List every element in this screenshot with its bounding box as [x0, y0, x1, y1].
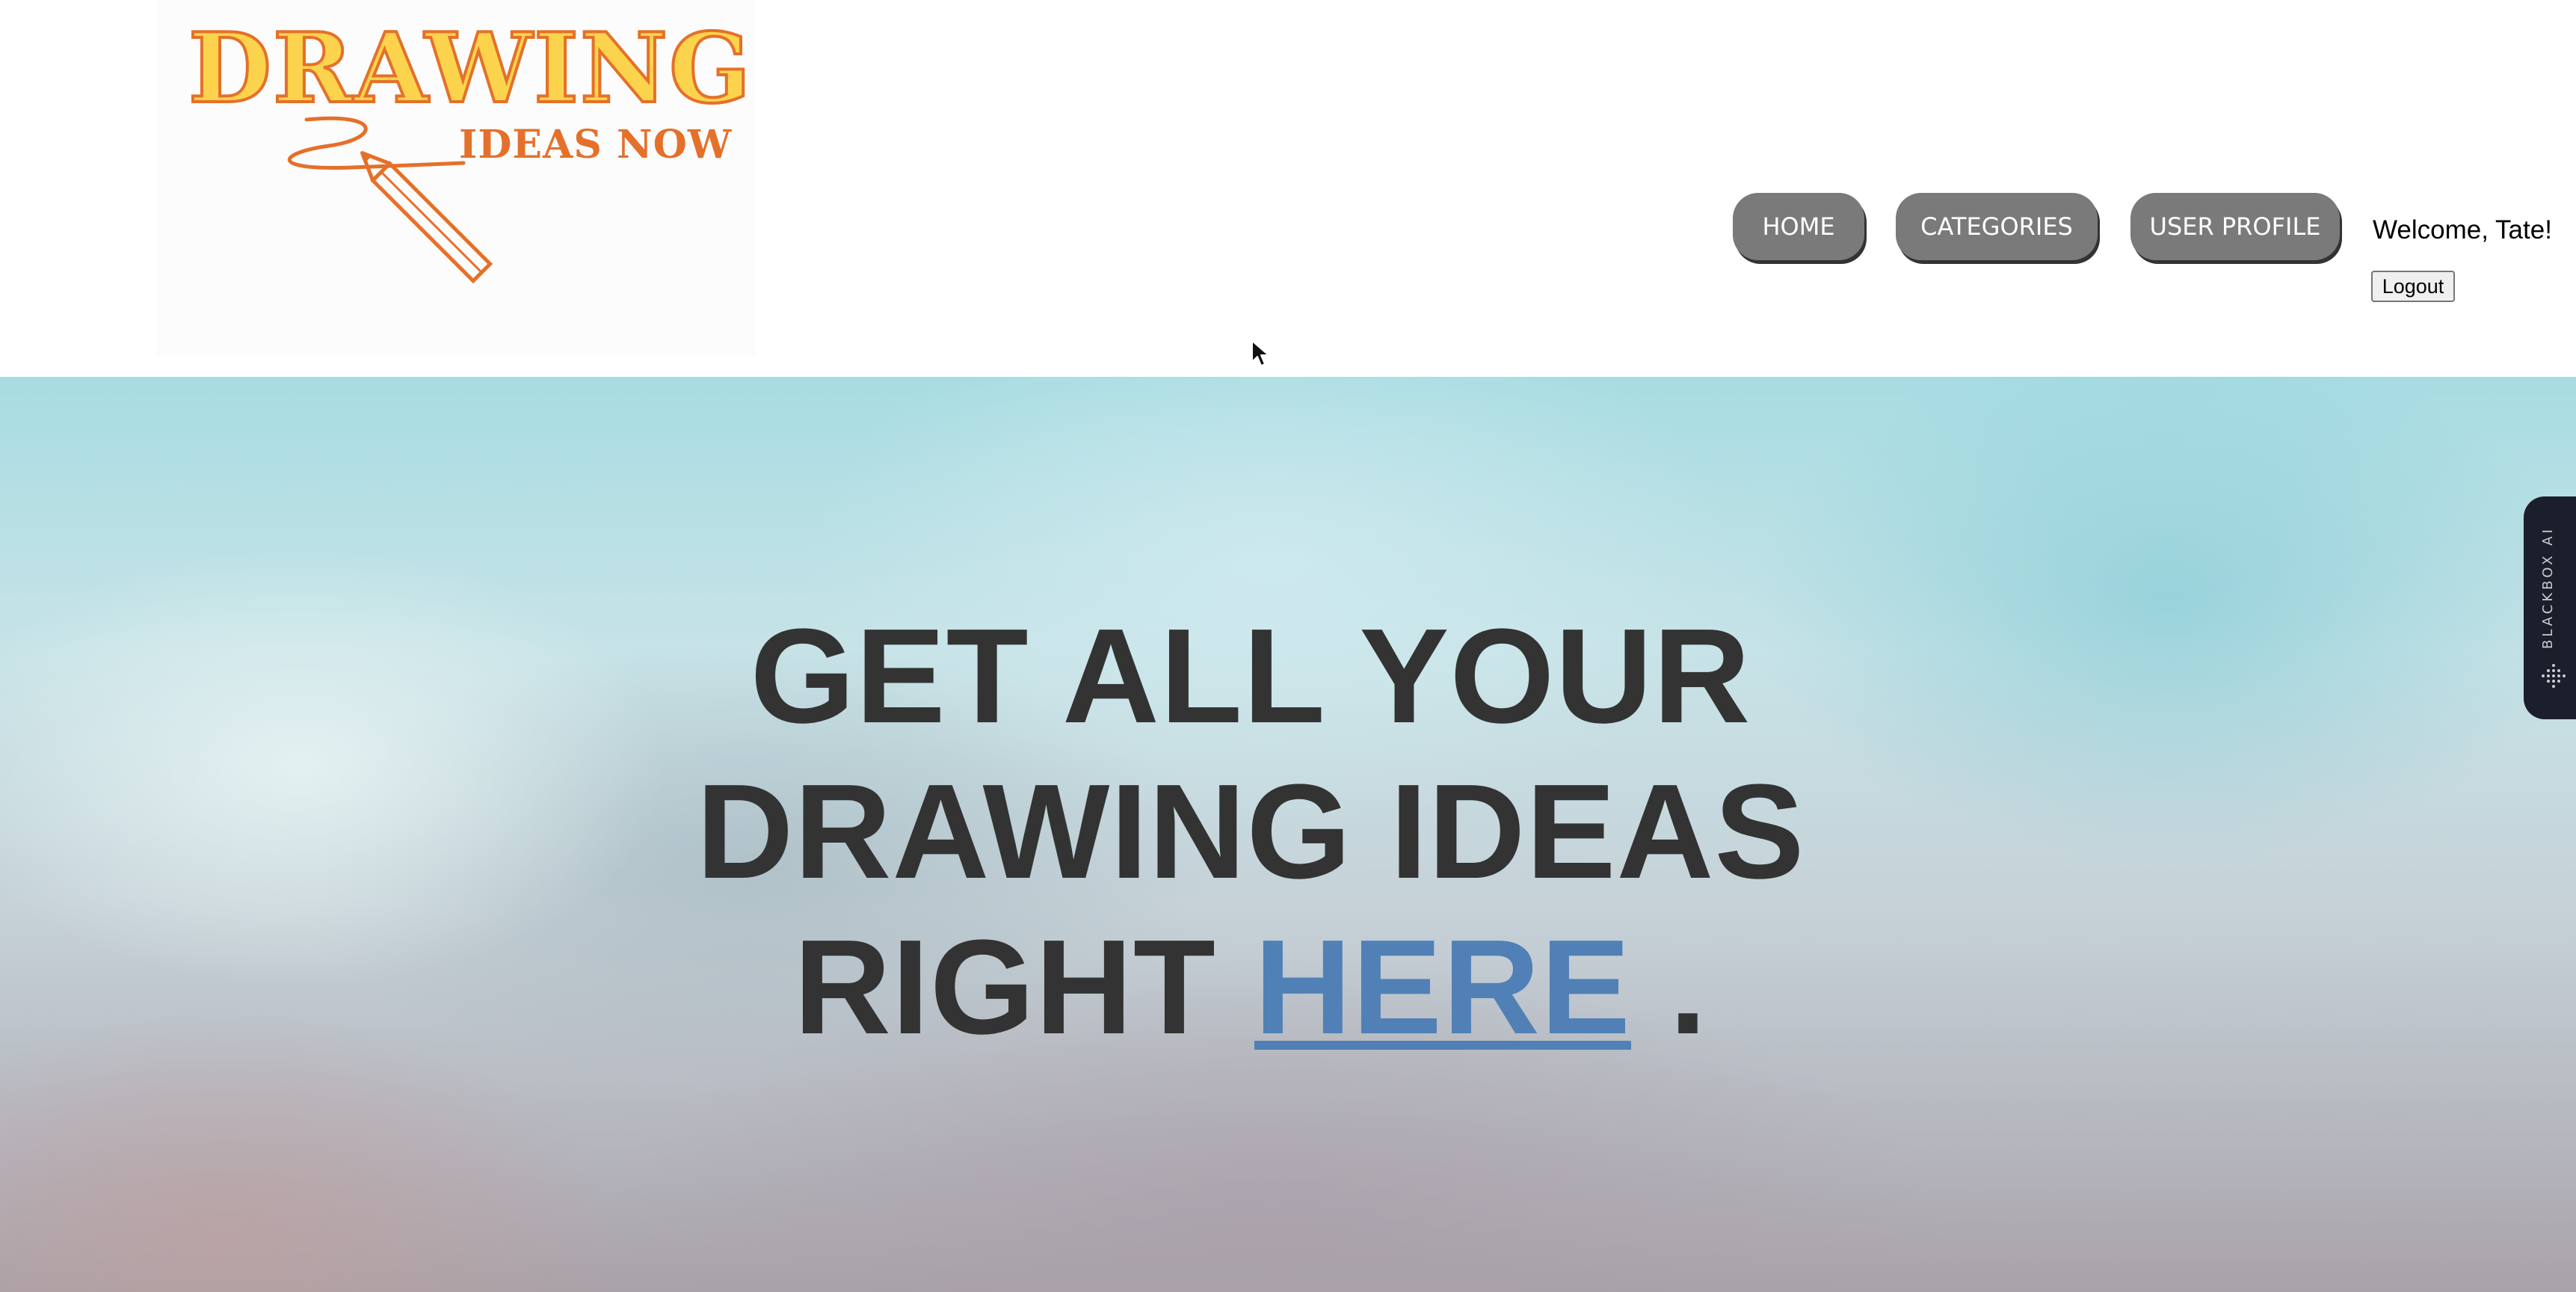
page: DRAWING IDEAS NOW HOME CATEGORIES USER P… — [0, 0, 2576, 1292]
nav-home-button[interactable]: HOME — [1733, 193, 1864, 260]
mouse-cursor-icon — [1251, 340, 1269, 366]
nav-categories-button[interactable]: CATEGORIES — [1896, 193, 2098, 260]
hero-line-3-prefix: RIGHT — [793, 911, 1254, 1062]
logo-subtitle: IDEAS NOW — [459, 122, 733, 167]
hero-line-2: DRAWING IDEAS — [696, 756, 1805, 907]
hero-heading: GET ALL YOUR DRAWING IDEAS RIGHT HERE . — [0, 599, 2501, 1065]
dot-grid-icon — [2542, 664, 2566, 688]
logo-title: DRAWING — [187, 13, 753, 125]
site-logo[interactable]: DRAWING IDEAS NOW — [157, 0, 755, 356]
hero-line-1: GET ALL YOUR — [750, 600, 1751, 751]
widget-label: BLACKBOX AI — [2540, 526, 2556, 649]
logout-button[interactable]: Logout — [2371, 271, 2455, 302]
hero-line-3: RIGHT HERE . — [0, 910, 2501, 1065]
nav-user-profile-button[interactable]: USER PROFILE — [2130, 193, 2340, 260]
hero-here-link[interactable]: HERE — [1254, 912, 1631, 1062]
blackbox-ai-widget[interactable]: BLACKBOX AI — [2524, 496, 2576, 719]
welcome-message: Welcome, Tate! — [2373, 215, 2552, 244]
hero-section: GET ALL YOUR DRAWING IDEAS RIGHT HERE . — [0, 377, 2576, 1292]
hero-line-3-suffix: . — [1631, 911, 1708, 1062]
site-header: DRAWING IDEAS NOW HOME CATEGORIES USER P… — [0, 0, 2576, 377]
